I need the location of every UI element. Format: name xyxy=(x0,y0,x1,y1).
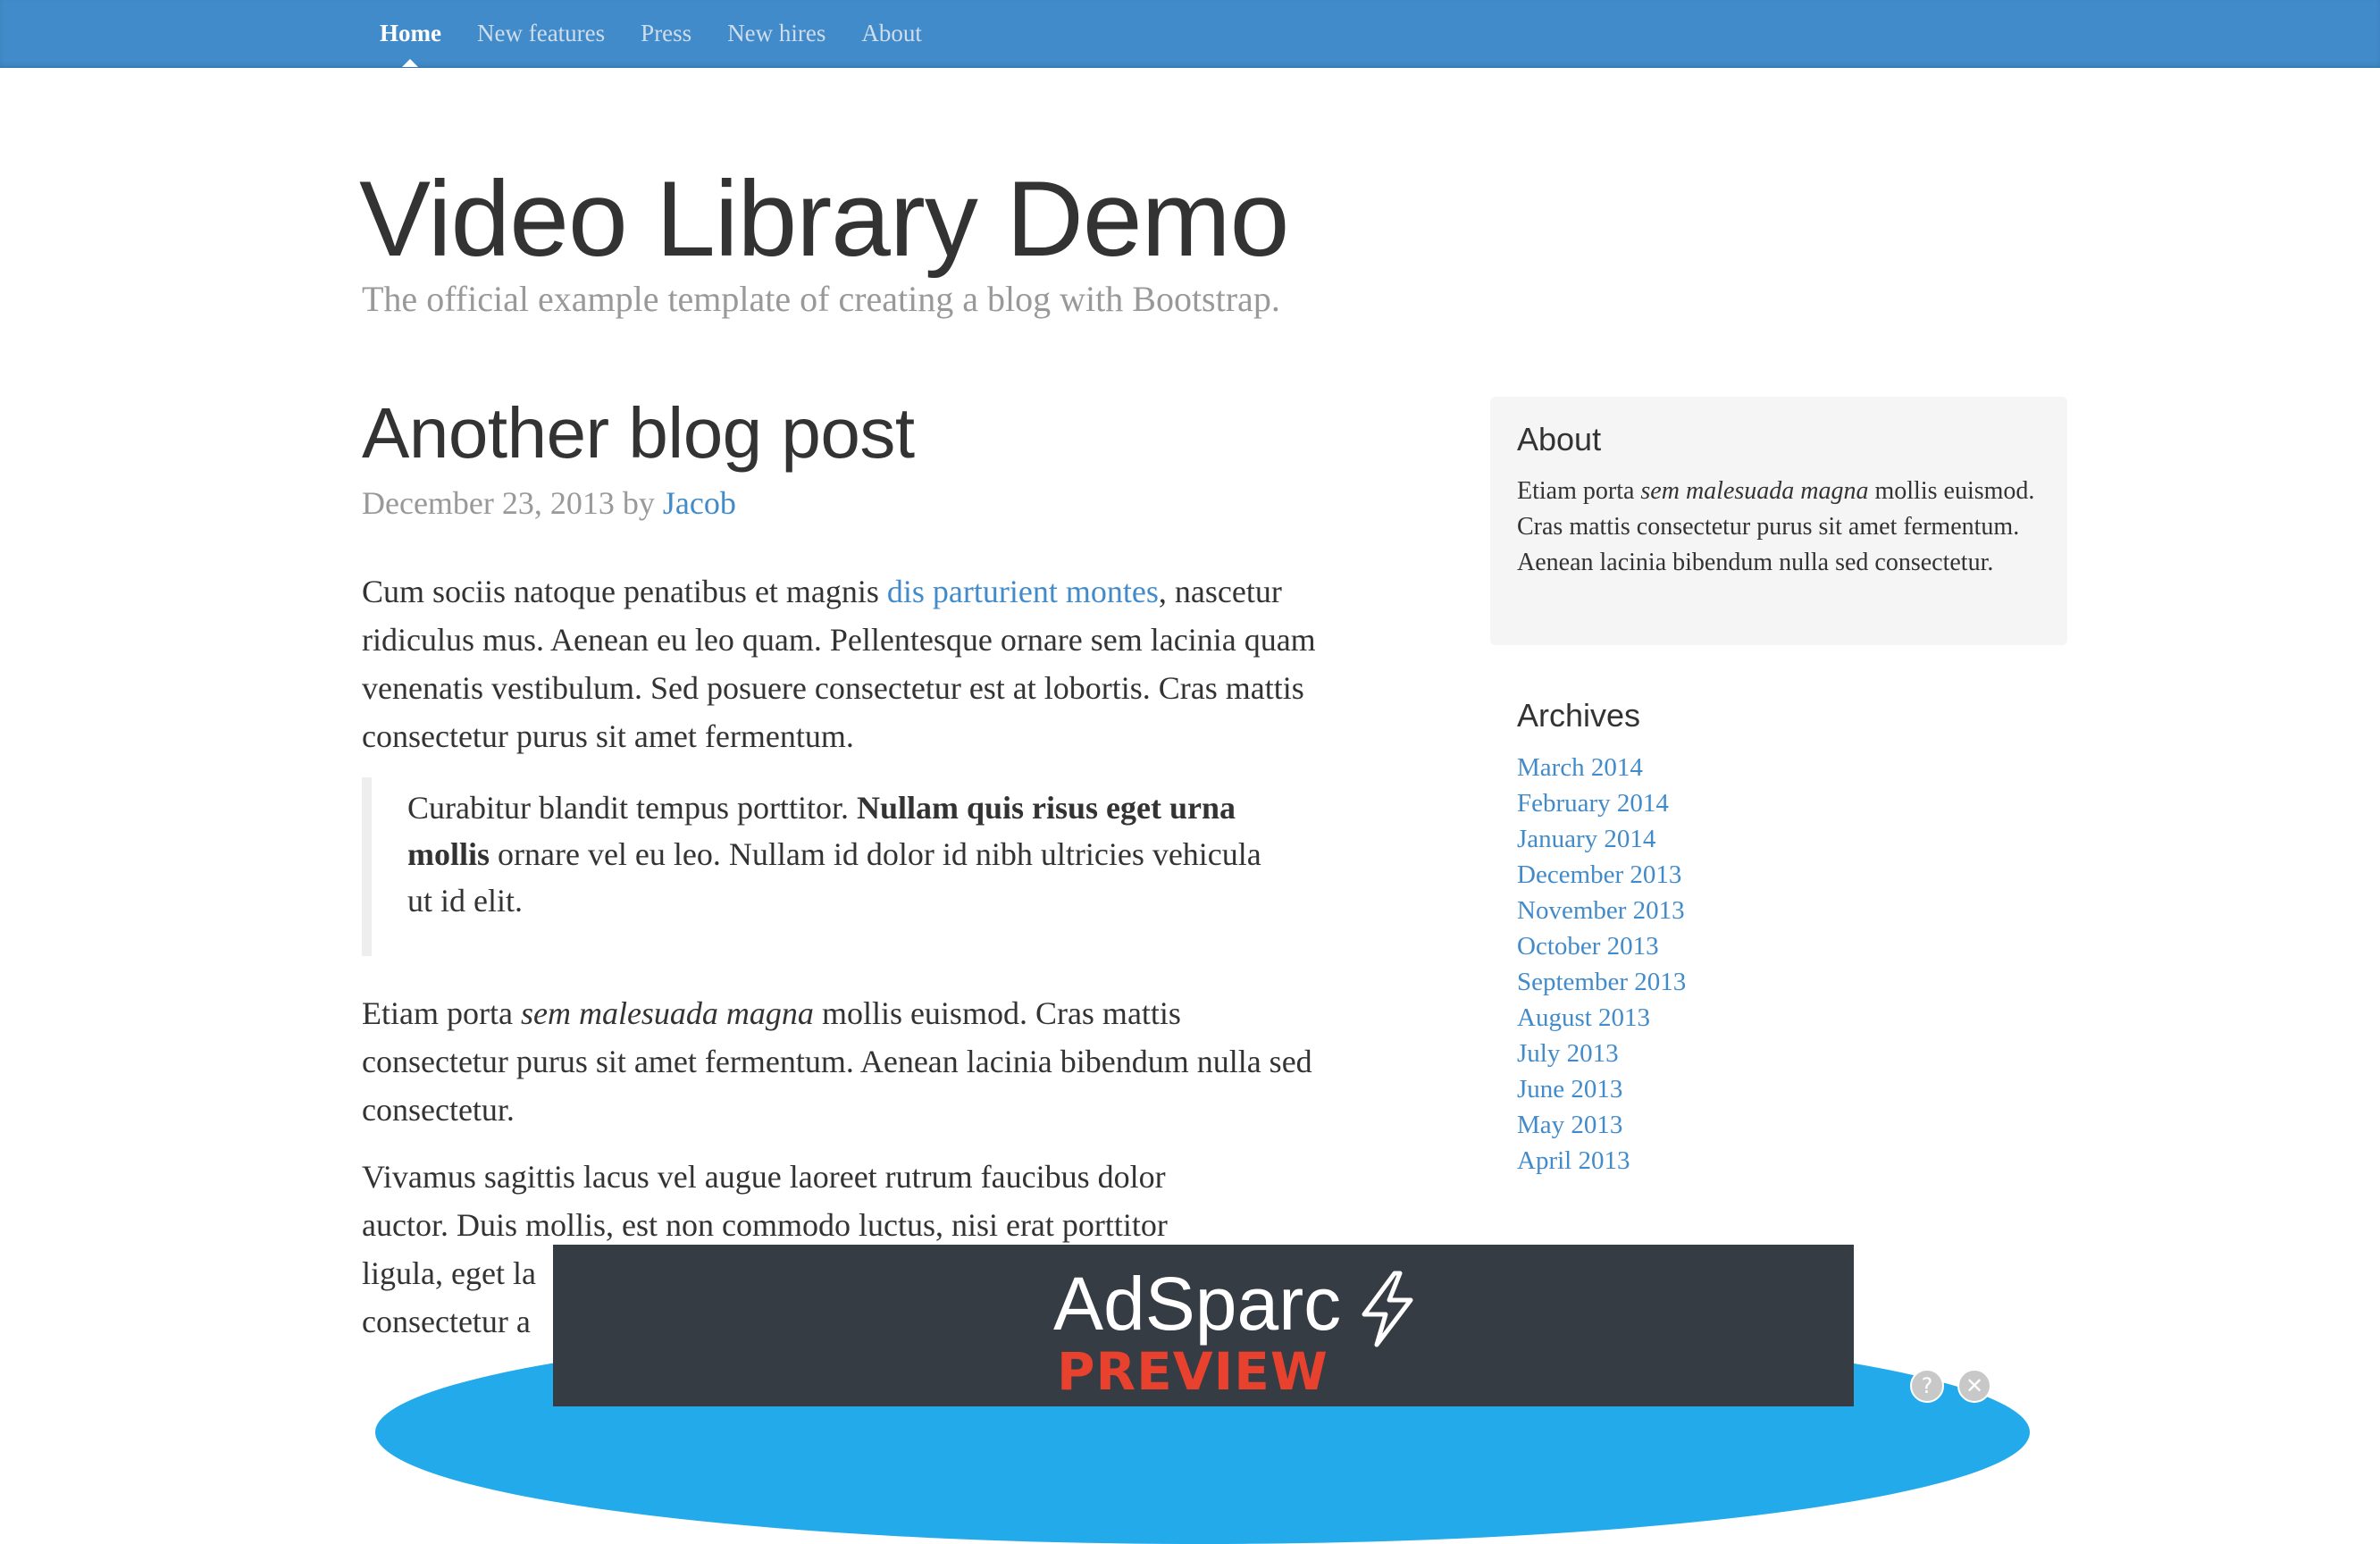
archive-link-january-2014[interactable]: January 2014 xyxy=(1517,825,1655,853)
about-text: Etiam porta xyxy=(1517,477,1641,505)
dis-parturient-link[interactable]: dis parturient montes xyxy=(887,574,1159,609)
ad-banner[interactable]: AdSparc PREVIEW xyxy=(553,1245,1854,1406)
quote-text: Curabitur blandit tempus porttitor. xyxy=(407,790,857,826)
archive-link-august-2013[interactable]: August 2013 xyxy=(1517,1003,1650,1032)
archive-link-june-2013[interactable]: June 2013 xyxy=(1517,1075,1622,1103)
paragraph-line: auctor. Duis mollis, est non commodo luc… xyxy=(362,1207,1168,1243)
nav-link-about[interactable]: About xyxy=(843,0,940,67)
archive-link-march-2014[interactable]: March 2014 xyxy=(1517,753,1643,782)
archive-item: April 2013 xyxy=(1517,1143,2053,1179)
archive-item: January 2014 xyxy=(1517,821,2053,857)
archive-item: November 2013 xyxy=(1517,893,2053,928)
sidebar-about-module: About Etiam porta sem malesuada magna mo… xyxy=(1490,397,2067,645)
post-paragraph-2: Etiam porta sem malesuada magna mollis e… xyxy=(362,989,1327,1134)
archive-item: May 2013 xyxy=(1517,1107,2053,1143)
archive-item: September 2013 xyxy=(1517,964,2053,1000)
paragraph-text: Cum sociis natoque penatibus et magnis xyxy=(362,574,887,609)
archive-item: February 2014 xyxy=(1517,785,2053,821)
archive-item: December 2013 xyxy=(1517,857,2053,893)
archive-link-april-2013[interactable]: April 2013 xyxy=(1517,1146,1630,1175)
post-date: December 23, 2013 xyxy=(362,485,615,521)
ad-close-button[interactable]: ✕ xyxy=(1957,1369,1991,1403)
post-title: Another blog post xyxy=(362,393,915,473)
top-navbar: Home New features Press New hires About xyxy=(0,0,2380,68)
ad-help-button[interactable]: ? xyxy=(1910,1369,1944,1403)
archive-link-february-2014[interactable]: February 2014 xyxy=(1517,789,1669,818)
archive-item: August 2013 xyxy=(1517,1000,2053,1036)
adsparc-logo: AdSparc PREVIEW xyxy=(1053,1261,1429,1404)
archive-item: March 2014 xyxy=(1517,750,2053,785)
nav-link-new-features[interactable]: New features xyxy=(459,0,623,67)
archive-item: June 2013 xyxy=(1517,1071,2053,1107)
archive-link-december-2013[interactable]: December 2013 xyxy=(1517,860,1681,889)
sidebar-archives-heading: Archives xyxy=(1517,697,1641,734)
sidebar-about-text: Etiam porta sem malesuada magna mollis e… xyxy=(1517,474,2041,581)
about-emphasis: sem malesuada magna xyxy=(1640,477,1869,505)
archive-item: October 2013 xyxy=(1517,928,2053,964)
quote-text: ornare vel eu leo. Nullam id dolor id ni… xyxy=(407,836,1261,919)
post-by: by xyxy=(622,485,655,521)
archive-link-may-2013[interactable]: May 2013 xyxy=(1517,1111,1622,1139)
archive-item: July 2013 xyxy=(1517,1036,2053,1071)
emphasis-text: sem malesuada magna xyxy=(520,995,814,1031)
paragraph-line: Vivamus sagittis lacus vel augue laoreet… xyxy=(362,1159,1166,1195)
nav-link-home[interactable]: Home xyxy=(362,0,459,67)
archive-link-october-2013[interactable]: October 2013 xyxy=(1517,932,1659,961)
paragraph-line: ligula, eget la xyxy=(362,1255,536,1291)
blog-title: Video Library Demo xyxy=(359,159,1289,279)
archive-link-july-2013[interactable]: July 2013 xyxy=(1517,1039,1619,1068)
paragraph-text: Etiam porta xyxy=(362,995,521,1031)
archive-link-september-2013[interactable]: September 2013 xyxy=(1517,968,1686,996)
blockquote-text: Curabitur blandit tempus porttitor. Null… xyxy=(407,777,1291,924)
nav-link-new-hires[interactable]: New hires xyxy=(709,0,843,67)
blog-main: Another blog post December 23, 2013 by J… xyxy=(362,393,1327,1339)
lightning-bolt-icon xyxy=(1362,1271,1413,1347)
nav-link-press[interactable]: Press xyxy=(623,0,709,67)
blog-description: The official example template of creatin… xyxy=(362,279,1280,319)
ad-preview-label: PREVIEW xyxy=(1057,1341,1328,1402)
sidebar-about-heading: About xyxy=(1517,421,1602,457)
sidebar-archives-module: Archives March 2014 February 2014 Januar… xyxy=(1517,694,2053,1179)
main-nav: Home New features Press New hires About xyxy=(362,0,940,67)
post-author-link[interactable]: Jacob xyxy=(663,485,736,521)
archive-link-november-2013[interactable]: November 2013 xyxy=(1517,896,1685,925)
post-paragraph-1: Cum sociis natoque penatibus et magnis d… xyxy=(362,567,1327,760)
archive-list: March 2014 February 2014 January 2014 De… xyxy=(1517,750,2053,1179)
post-meta: December 23, 2013 by Jacob xyxy=(362,481,1327,525)
post-blockquote: Curabitur blandit tempus porttitor. Null… xyxy=(362,777,1291,956)
ad-brand-name: AdSparc xyxy=(1053,1262,1342,1346)
paragraph-line: consectetur a xyxy=(362,1304,531,1339)
